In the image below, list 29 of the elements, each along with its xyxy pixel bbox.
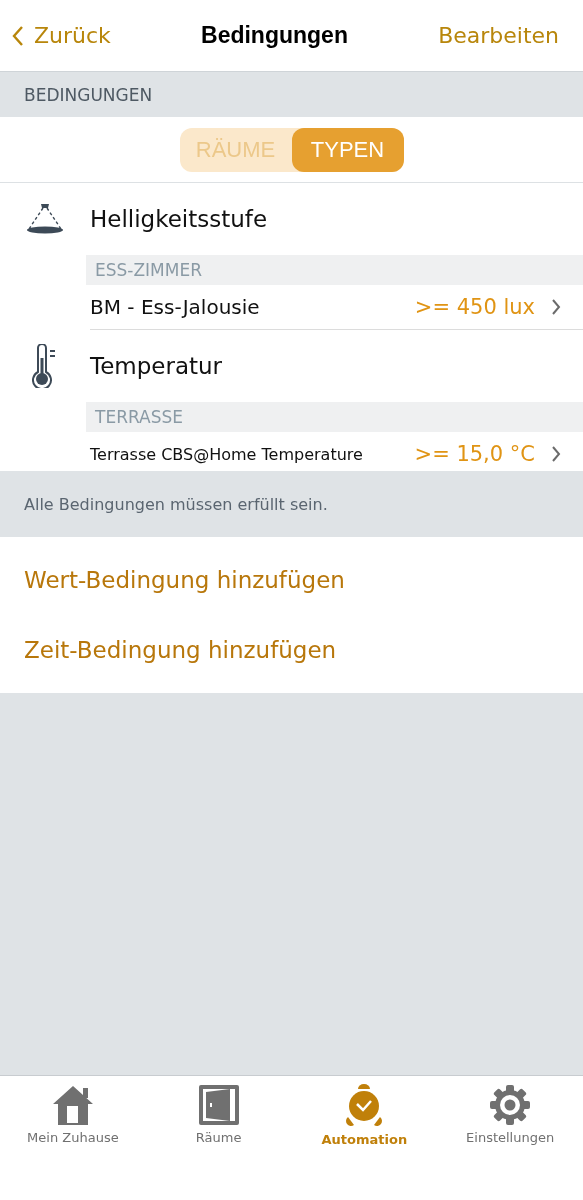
device-name: Terrasse CBS@Home Temperature <box>90 444 364 464</box>
room-header: TERRASSE <box>95 407 183 427</box>
settings-icon <box>489 1084 532 1126</box>
add-condition-link[interactable]: Wert-Bedingung hinzufügen <box>0 545 583 615</box>
edit-button[interactable]: Bearbeiten <box>438 23 559 48</box>
section-header: BEDINGUNGEN <box>24 84 153 105</box>
condition-row[interactable]: BM - Ess-Jalousie >= 450 lux <box>90 285 583 330</box>
device-name: BM - Ess-Jalousie <box>90 295 261 319</box>
condition-type-title: Temperatur <box>90 353 223 379</box>
threshold-value: >= 15,0 °C <box>414 442 535 466</box>
tab-bar-item[interactable]: Räume <box>145 1084 292 1145</box>
tab-bar-item[interactable]: Automation <box>291 1084 438 1147</box>
footer-note: Alle Bedingungen müssen erfüllt sein. <box>24 494 328 514</box>
back-button[interactable]: Zurück <box>12 23 111 48</box>
chevron-right-icon <box>551 298 561 316</box>
tab-bar-item[interactable]: Mein Zuhause <box>0 1084 146 1145</box>
condition-row[interactable]: Terrasse CBS@Home Temperature >= 15,0 °C <box>90 432 583 475</box>
back-chevron-icon <box>12 24 24 47</box>
screen-title: Bedingungen <box>201 22 348 49</box>
tab-bar-item[interactable]: Einstellungen <box>437 1084 583 1145</box>
room-header: ESS-ZIMMER <box>95 260 202 280</box>
door-icon <box>197 1084 240 1126</box>
add-condition-link[interactable]: Zeit-Bedingung hinzufügen <box>0 615 583 685</box>
thermometer-icon <box>32 344 58 388</box>
condition-type-title: Helligkeitsstufe <box>90 206 268 232</box>
ceiling-light-icon <box>25 204 65 234</box>
chevron-right-icon <box>551 445 561 463</box>
segment-tab[interactable]: TYPEN <box>291 127 404 172</box>
threshold-value: >= 450 lux <box>414 295 535 319</box>
